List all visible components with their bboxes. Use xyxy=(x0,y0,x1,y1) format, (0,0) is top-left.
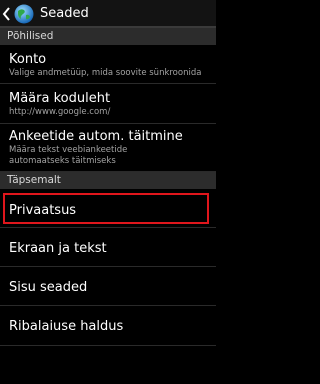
chevron-left-icon[interactable] xyxy=(2,6,12,22)
section-header-advanced: Täpsemalt xyxy=(0,172,216,189)
list-item-title: Määra koduleht xyxy=(9,91,111,106)
list-item-bandwidth-management[interactable]: Ribalaiuse haldus xyxy=(0,306,216,346)
list-item-screen-and-text[interactable]: Ekraan ja tekst xyxy=(0,228,216,267)
list-item-form-autofill[interactable]: Ankeetide autom. täitmine Määra tekst ve… xyxy=(0,124,216,172)
list-item-account[interactable]: Konto Valige andmetüüp, mida soovite sün… xyxy=(0,45,216,84)
list-item-content-settings[interactable]: Sisu seaded xyxy=(0,267,216,306)
list-item-title: Sisu seaded xyxy=(9,280,88,295)
list-item-subtitle: Valige andmetüüp, mida soovite sünkrooni… xyxy=(9,68,202,78)
list-item-title: Ankeetide autom. täitmine xyxy=(9,129,183,144)
globe-icon[interactable] xyxy=(13,3,35,25)
list-item-title: Ribalaiuse haldus xyxy=(9,319,124,334)
section-header-basic: Põhilised xyxy=(0,28,216,45)
list-item-set-homepage[interactable]: Määra koduleht http://www.google.com/ xyxy=(0,84,216,124)
list-item-title: Ekraan ja tekst xyxy=(9,241,107,256)
list-item-subtitle: http://www.google.com/ xyxy=(9,107,111,117)
list-item-title: Konto xyxy=(9,52,47,67)
list-item-subtitle: Määra tekst veebiankeetide automaatseks … xyxy=(9,145,128,166)
highlight-box xyxy=(3,193,209,224)
page-title: Seaded xyxy=(40,6,89,21)
action-bar: Seaded xyxy=(0,0,216,28)
